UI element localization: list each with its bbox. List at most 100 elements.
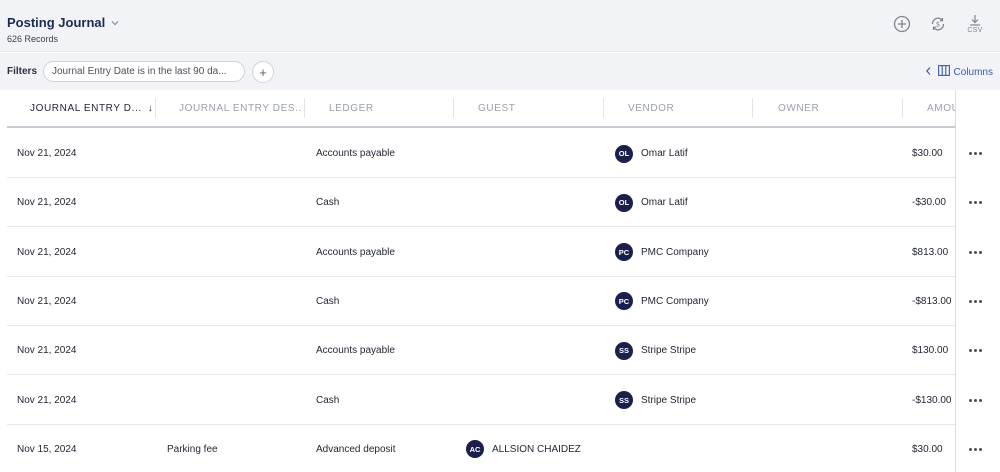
cell-ledger-text: Cash	[316, 295, 340, 307]
more-horizontal-icon	[968, 201, 982, 205]
vendor-name[interactable]: Stripe Stripe	[641, 345, 696, 356]
more-dot	[978, 250, 982, 254]
more-actions-button[interactable]	[956, 326, 994, 375]
page-title: Posting Journal	[7, 15, 106, 30]
cell-date: Nov 21, 2024	[17, 228, 147, 277]
cell-vendor: PC PMC Company	[615, 228, 755, 277]
cell-date-text: Nov 21, 2024	[17, 345, 77, 357]
table-row[interactable]: Nov 21, 2024 Cash SS Stripe Stripe -$130.00	[7, 375, 1000, 425]
more-horizontal-icon	[968, 152, 982, 155]
more-dot	[973, 398, 977, 402]
column-header-owner[interactable]: OWNER	[778, 90, 898, 126]
column-divider[interactable]	[453, 98, 454, 118]
csv-label: CSV	[967, 27, 983, 34]
cell-date: Nov 21, 2024	[17, 326, 147, 375]
table-row[interactable]: Nov 21, 2024 Cash PC PMC Company -$813.00	[7, 276, 1000, 326]
more-dot	[968, 250, 972, 254]
column-divider[interactable]	[304, 98, 305, 118]
column-header-vendor[interactable]: VENDOR	[628, 90, 748, 126]
more-actions-button[interactable]	[956, 129, 994, 178]
cell-description	[167, 326, 297, 375]
more-dot	[968, 201, 972, 205]
column-divider[interactable]	[155, 98, 156, 118]
more-horizontal-icon	[968, 250, 982, 254]
column-header-description[interactable]: JOURNAL ENTRY DES...	[179, 90, 301, 126]
page-header: Posting Journal 626 Records $ CSV	[0, 0, 1000, 52]
actions-column	[955, 90, 1000, 472]
cell-description: Parking fee	[167, 425, 297, 472]
cell-guest	[466, 277, 606, 326]
more-dot	[973, 299, 977, 303]
column-divider[interactable]	[752, 98, 753, 118]
avatar: OL	[615, 144, 633, 163]
cell-ledger: Cash	[316, 376, 456, 425]
columns-icon	[937, 65, 950, 79]
table-header: JOURNAL ENTRY D... ↓ JOURNAL ENTRY DES..…	[7, 90, 1000, 128]
more-dot	[968, 398, 972, 402]
more-dot	[973, 152, 977, 155]
filter-chip-date[interactable]: Journal Entry Date is in the last 90 da.…	[43, 61, 245, 82]
avatar: OL	[615, 193, 633, 212]
download-csv-icon[interactable]: CSV	[964, 12, 986, 36]
vendor-name[interactable]: Omar Latif	[641, 148, 688, 159]
cell-date: Nov 15, 2024	[17, 425, 147, 472]
vendor-name[interactable]: PMC Company	[641, 247, 709, 258]
filter-bar: Filters Journal Entry Date is in the las…	[0, 53, 1000, 90]
cell-description	[167, 277, 297, 326]
more-actions-button[interactable]	[956, 178, 994, 227]
cell-owner	[767, 425, 897, 472]
more-dot	[978, 398, 982, 402]
column-divider[interactable]	[603, 98, 604, 118]
cell-amount-text: $130.00	[912, 345, 949, 357]
cell-vendor: OL Omar Latif	[615, 178, 755, 227]
cell-ledger-text: Accounts payable	[316, 148, 395, 159]
avatar: PC	[615, 243, 633, 262]
table-row[interactable]: Nov 15, 2024 Parking fee Advanced deposit A…	[7, 424, 1000, 472]
vendor-name[interactable]: Stripe Stripe	[641, 395, 696, 406]
table-row[interactable]: Nov 21, 2024 Accounts payable OL Omar Latif…	[7, 129, 1000, 178]
cell-ledger-text: Accounts payable	[316, 345, 395, 357]
guest-name[interactable]: ALLSION CHAIDEZ	[492, 444, 581, 455]
table-row[interactable]: Nov 21, 2024 Accounts payable SS Stripe Str…	[7, 326, 1000, 376]
more-dot	[968, 349, 972, 353]
more-actions-button[interactable]	[956, 277, 994, 326]
table-row[interactable]: Nov 21, 2024 Accounts payable PC PMC Compan…	[7, 227, 1000, 277]
cell-description	[167, 228, 297, 277]
cell-date-text: Nov 21, 2024	[17, 148, 77, 159]
chevron-left-icon	[925, 66, 932, 79]
chevron-down-icon	[110, 18, 120, 28]
add-circle-icon[interactable]	[892, 14, 912, 34]
table-row[interactable]: Nov 21, 2024 Cash OL Omar Latif -$30.00	[7, 178, 1000, 228]
cell-ledger-text: Cash	[316, 394, 340, 406]
filters-label: Filters	[7, 66, 38, 77]
cell-description	[167, 129, 297, 178]
cell-ledger: Accounts payable	[316, 129, 456, 178]
add-filter-button[interactable]: +	[252, 61, 274, 83]
column-header-ledger[interactable]: LEDGER	[329, 90, 449, 126]
more-actions-button[interactable]	[956, 425, 994, 472]
cell-date-text: Nov 21, 2024	[17, 246, 77, 258]
title-dropdown[interactable]: Posting Journal	[7, 15, 120, 30]
more-dot	[978, 447, 982, 451]
cell-ledger-text: Cash	[316, 197, 340, 209]
avatar: SS	[615, 391, 633, 409]
cell-guest	[466, 129, 606, 178]
column-header-date[interactable]: JOURNAL ENTRY D... ↓	[30, 90, 158, 126]
vendor-name[interactable]: PMC Company	[641, 296, 709, 307]
more-actions-button[interactable]	[956, 228, 994, 277]
cell-ledger: Advanced deposit	[316, 425, 456, 472]
cell-guest	[466, 326, 606, 375]
more-dot	[968, 447, 972, 451]
cell-vendor	[615, 425, 755, 472]
cell-vendor: PC PMC Company	[615, 277, 755, 326]
cell-date: Nov 21, 2024	[17, 129, 147, 178]
column-header-guest[interactable]: GUEST	[478, 90, 598, 126]
vendor-name[interactable]: Omar Latif	[641, 197, 688, 208]
cell-amount-text: $813.00	[912, 246, 949, 258]
columns-button[interactable]: Columns	[925, 65, 993, 79]
column-divider[interactable]	[902, 98, 903, 118]
cell-ledger-text: Accounts payable	[316, 246, 395, 258]
more-actions-button[interactable]	[956, 376, 994, 425]
sync-dollar-icon[interactable]: $	[928, 14, 948, 34]
more-dot	[973, 250, 977, 254]
